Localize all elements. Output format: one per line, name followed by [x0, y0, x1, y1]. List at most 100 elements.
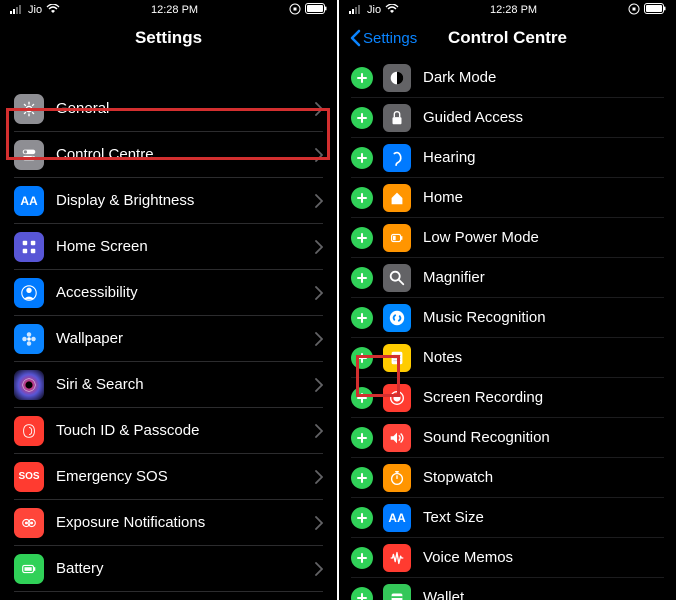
row-label: Screen Recording: [423, 389, 664, 406]
row-label: Siri & Search: [56, 376, 315, 393]
settings-row-display[interactable]: AA Display & Brightness: [14, 178, 323, 224]
chevron-right-icon: [315, 148, 323, 162]
row-label: Notes: [423, 349, 664, 366]
exposure-icon: [14, 508, 44, 538]
control-row-voice-memos: Voice Memos: [351, 538, 664, 578]
home-screen-icon: [14, 232, 44, 262]
control-row-sound-recognition: Sound Recognition: [351, 418, 664, 458]
wallpaper-icon: [14, 324, 44, 354]
add-button-low-power[interactable]: [351, 227, 373, 249]
row-label: Emergency SOS: [56, 468, 315, 485]
chevron-right-icon: [315, 240, 323, 254]
add-button-notes[interactable]: [351, 347, 373, 369]
add-button-home[interactable]: [351, 187, 373, 209]
control-row-screen-recording: Screen Recording: [351, 378, 664, 418]
chevron-right-icon: [315, 286, 323, 300]
general-icon: [14, 94, 44, 124]
control-centre-icon: [14, 140, 44, 170]
row-label: Display & Brightness: [56, 192, 315, 209]
control-row-stopwatch: Stopwatch: [351, 458, 664, 498]
add-button-text-size[interactable]: [351, 507, 373, 529]
control-row-wallet: Wallet: [351, 578, 664, 600]
settings-row-control-centre[interactable]: Control Centre: [14, 132, 323, 178]
magnifier-icon: [383, 264, 411, 292]
sound-recognition-icon: [383, 424, 411, 452]
status-time: 12:28 PM: [490, 4, 537, 16]
settings-row-battery[interactable]: Battery: [14, 546, 323, 592]
add-button-voice-memos[interactable]: [351, 547, 373, 569]
row-label: Accessibility: [56, 284, 315, 301]
settings-row-siri[interactable]: Siri & Search: [14, 362, 323, 408]
row-label: Sound Recognition: [423, 429, 664, 446]
settings-row-accessibility[interactable]: Accessibility: [14, 270, 323, 316]
stopwatch-icon: [383, 464, 411, 492]
control-row-dark-mode: Dark Mode: [351, 58, 664, 98]
row-label: Guided Access: [423, 109, 664, 126]
battery-icon: [644, 3, 666, 17]
row-label: Stopwatch: [423, 469, 664, 486]
chevron-right-icon: [315, 424, 323, 438]
display-icon: AA: [14, 186, 44, 216]
add-button-guided-access[interactable]: [351, 107, 373, 129]
dark-mode-icon: [383, 64, 411, 92]
row-label: Wallpaper: [56, 330, 315, 347]
nav-bar: Settings Control Centre: [339, 20, 676, 56]
add-button-magnifier[interactable]: [351, 267, 373, 289]
control-centre-screen: Jio 12:28 PM Settings Control Centre Dar…: [339, 0, 676, 600]
chevron-right-icon: [315, 102, 323, 116]
row-label: Control Centre: [56, 146, 315, 163]
chevron-right-icon: [315, 194, 323, 208]
chevron-right-icon: [315, 562, 323, 576]
row-label: Low Power Mode: [423, 229, 664, 246]
screen-recording-icon: [383, 384, 411, 412]
touchid-icon: [14, 416, 44, 446]
voice-memos-icon: [383, 544, 411, 572]
chevron-right-icon: [315, 378, 323, 392]
status-bar: Jio 12:28 PM: [339, 0, 676, 20]
battery-icon: [305, 3, 327, 17]
notes-icon: [383, 344, 411, 372]
add-button-hearing[interactable]: [351, 147, 373, 169]
row-label: Wallet: [423, 589, 664, 600]
control-row-magnifier: Magnifier: [351, 258, 664, 298]
orientation-lock-icon: [628, 3, 640, 18]
back-label: Settings: [363, 30, 417, 47]
row-label: General: [56, 100, 315, 117]
orientation-lock-icon: [289, 3, 301, 18]
settings-row-wallpaper[interactable]: Wallpaper: [14, 316, 323, 362]
control-row-notes: Notes: [351, 338, 664, 378]
add-button-sound-recognition[interactable]: [351, 427, 373, 449]
settings-screen: Jio 12:28 PM Settings General Control Ce…: [0, 0, 337, 600]
guided-access-icon: [383, 104, 411, 132]
carrier-label: Jio: [28, 4, 42, 16]
signal-icon: [10, 4, 24, 17]
add-button-screen-recording[interactable]: [351, 387, 373, 409]
settings-row-home-screen[interactable]: Home Screen: [14, 224, 323, 270]
wifi-icon: [385, 4, 399, 17]
row-label: Home: [423, 189, 664, 206]
add-button-music-recognition[interactable]: [351, 307, 373, 329]
back-button[interactable]: Settings: [349, 29, 417, 47]
add-button-stopwatch[interactable]: [351, 467, 373, 489]
settings-row-exposure[interactable]: Exposure Notifications: [14, 500, 323, 546]
settings-row-sos[interactable]: SOS Emergency SOS: [14, 454, 323, 500]
add-button-wallet[interactable]: [351, 587, 373, 600]
wifi-icon: [46, 4, 60, 17]
chevron-right-icon: [315, 332, 323, 346]
chevron-right-icon: [315, 470, 323, 484]
row-label: Text Size: [423, 509, 664, 526]
sos-icon: SOS: [14, 462, 44, 492]
settings-list: General Control Centre AA Display & Brig…: [0, 86, 337, 600]
hearing-icon: [383, 144, 411, 172]
music-recognition-icon: [383, 304, 411, 332]
home-icon: [383, 184, 411, 212]
add-button-dark-mode[interactable]: [351, 67, 373, 89]
settings-row-touchid[interactable]: Touch ID & Passcode: [14, 408, 323, 454]
settings-row-privacy[interactable]: Privacy: [14, 592, 323, 600]
accessibility-icon: [14, 278, 44, 308]
row-label: Dark Mode: [423, 69, 664, 86]
row-label: Touch ID & Passcode: [56, 422, 315, 439]
row-label: Hearing: [423, 149, 664, 166]
row-label: Voice Memos: [423, 549, 664, 566]
settings-row-general[interactable]: General: [14, 86, 323, 132]
